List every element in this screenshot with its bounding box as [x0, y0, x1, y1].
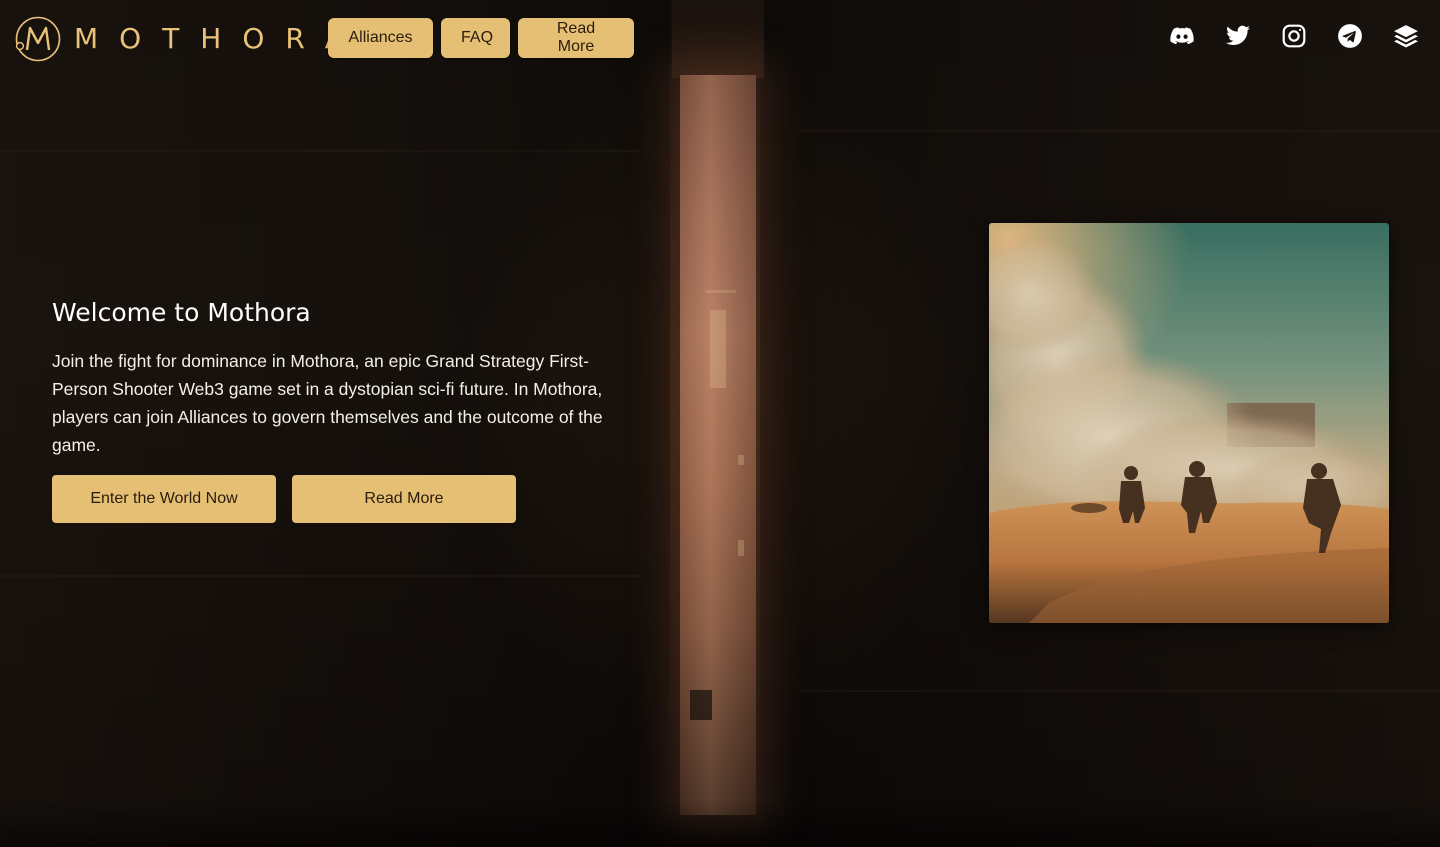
twitter-icon[interactable]	[1224, 22, 1252, 50]
instagram-icon[interactable]	[1280, 22, 1308, 50]
telegram-icon[interactable]	[1336, 22, 1364, 50]
background-ledge	[800, 130, 1440, 132]
nav-faq-button[interactable]: FAQ	[441, 18, 510, 58]
background-floor-shade	[0, 800, 1440, 847]
hero-description: Join the fight for dominance in Mothora,…	[52, 351, 603, 455]
logo-mark-icon	[14, 15, 61, 62]
hero-title: Welcome to Mothora	[52, 298, 311, 327]
background-window	[710, 310, 726, 388]
background-silhouette	[690, 690, 712, 720]
brand-wordmark: MOTHORA	[74, 21, 365, 55]
enter-world-button[interactable]: Enter the World Now	[52, 475, 276, 523]
main-nav: Alliances FAQ Read More	[328, 18, 634, 58]
layers-icon[interactable]	[1392, 22, 1420, 50]
background-ledge	[0, 150, 640, 152]
page: MOTHORA Alliances FAQ Read More Welcome …	[0, 0, 1440, 847]
nav-alliances-button[interactable]: Alliances	[328, 18, 433, 58]
read-more-button[interactable]: Read More	[292, 475, 516, 523]
background-window	[706, 290, 736, 293]
top-header: MOTHORA Alliances FAQ Read More	[0, 0, 1440, 76]
nav-read-more-button[interactable]: Read More	[518, 18, 634, 58]
background-window	[738, 455, 744, 465]
discord-icon[interactable]	[1168, 22, 1196, 50]
background-ledge	[0, 575, 640, 577]
brand-logo[interactable]: MOTHORA	[14, 14, 365, 62]
social-links	[1168, 22, 1420, 50]
hero-artwork-image	[989, 223, 1389, 623]
background-window	[738, 540, 744, 556]
background-ledge	[800, 690, 1440, 692]
